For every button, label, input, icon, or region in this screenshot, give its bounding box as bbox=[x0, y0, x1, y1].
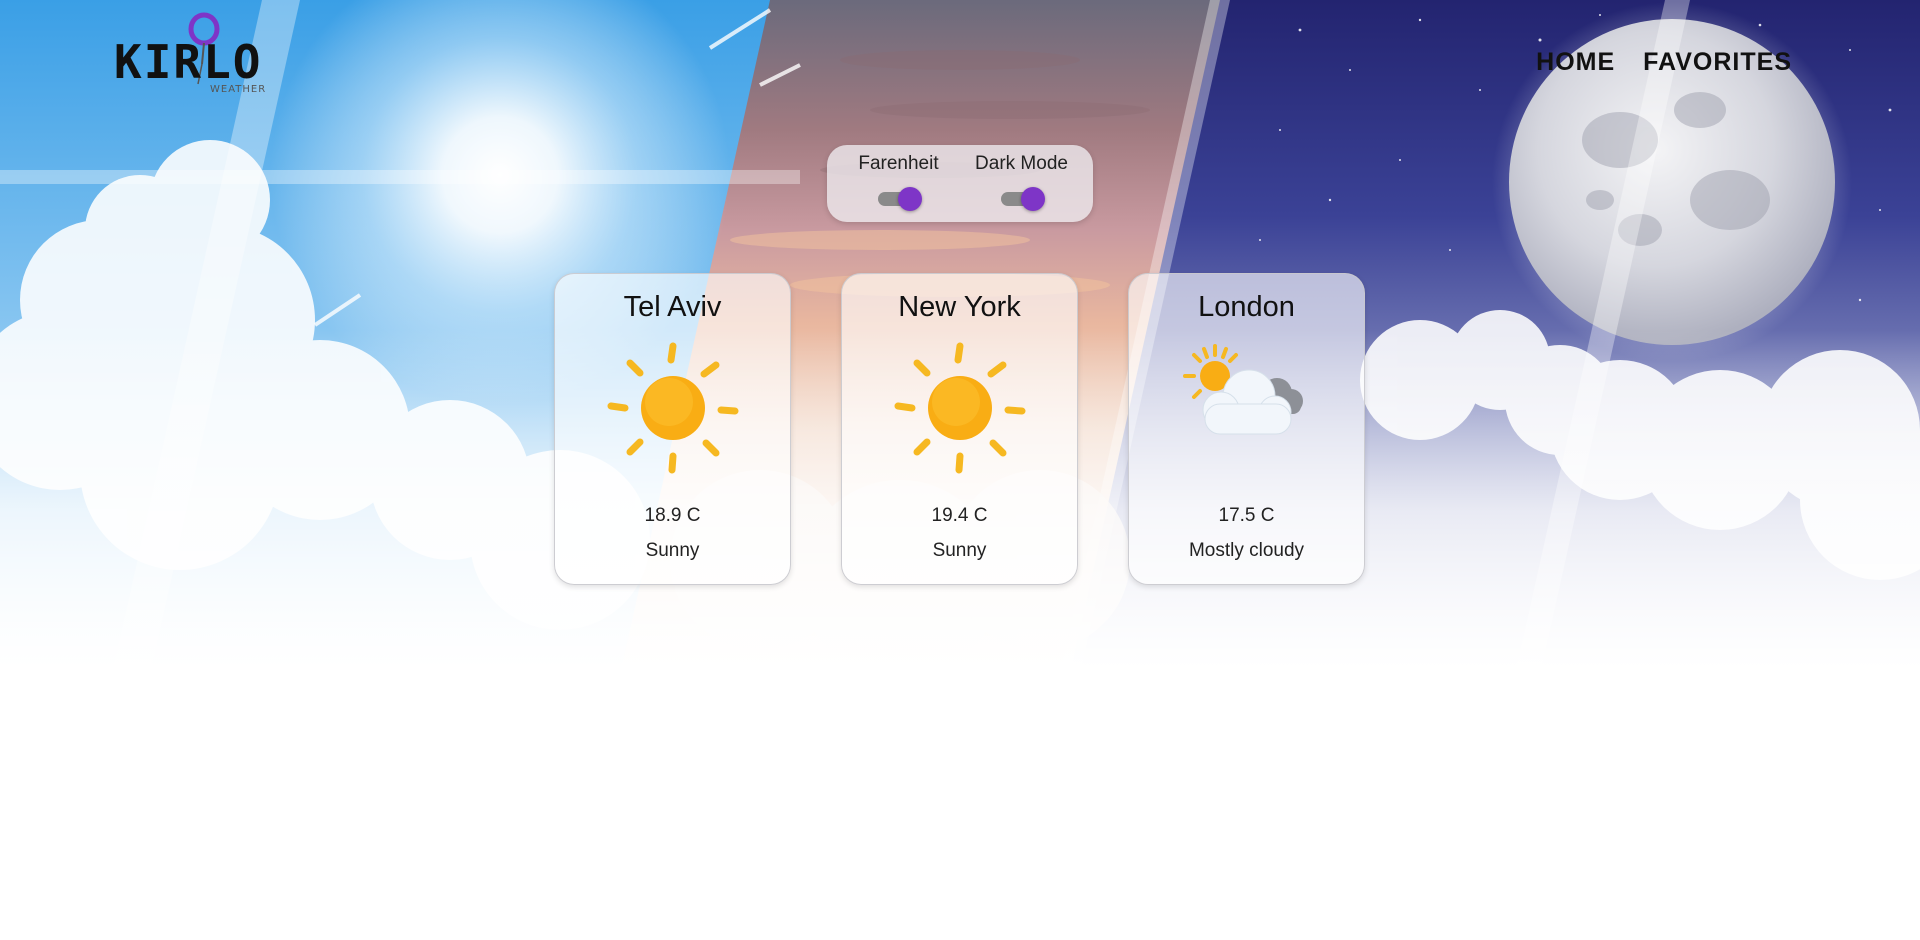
switch-thumb bbox=[1020, 187, 1045, 211]
city-name: Tel Aviv bbox=[623, 291, 722, 323]
sun-icon bbox=[603, 338, 743, 478]
dark-mode-toggle-group: Dark Mode bbox=[962, 149, 1082, 222]
farenheit-label: Farenheit bbox=[858, 153, 939, 174]
weather-card-london[interactable]: London 17.5 C Mostly cloudy bbox=[1128, 273, 1365, 585]
partly-cloudy-icon bbox=[1177, 338, 1317, 478]
temperature: 19.4 C bbox=[931, 505, 988, 526]
svg-text:WEATHER: WEATHER bbox=[210, 84, 266, 95]
condition: Sunny bbox=[645, 540, 700, 561]
settings-panel: Farenheit Dark Mode bbox=[827, 145, 1093, 222]
switch-thumb bbox=[897, 187, 922, 211]
city-name: New York bbox=[898, 291, 1021, 323]
farenheit-switch[interactable] bbox=[876, 184, 922, 214]
sun-icon bbox=[890, 338, 1030, 478]
weather-card-tel-aviv[interactable]: Tel Aviv 18.9 C Sunny bbox=[554, 273, 791, 585]
condition: Mostly cloudy bbox=[1188, 540, 1305, 561]
svg-text:KIRLO: KIRLO bbox=[114, 35, 262, 89]
dark-mode-label: Dark Mode bbox=[975, 153, 1068, 174]
main-nav: HOME FAVORITES bbox=[1536, 48, 1792, 77]
farenheit-toggle-group: Farenheit bbox=[839, 149, 959, 222]
nav-favorites-link[interactable]: FAVORITES bbox=[1643, 48, 1792, 77]
kirlo-logo[interactable]: KIRLO WEATHER bbox=[112, 12, 282, 96]
temperature: 18.9 C bbox=[644, 505, 701, 526]
weather-card-new-york[interactable]: New York 19.4 C Sunny bbox=[841, 273, 1078, 585]
condition: Sunny bbox=[932, 540, 987, 561]
weather-cards: Tel Aviv 18.9 C Sunny New York 19.4 C Su… bbox=[554, 273, 1365, 585]
city-name: London bbox=[1198, 291, 1295, 323]
temperature: 17.5 C bbox=[1218, 505, 1275, 526]
nav-home-link[interactable]: HOME bbox=[1536, 48, 1615, 77]
dark-mode-switch[interactable] bbox=[999, 184, 1045, 214]
